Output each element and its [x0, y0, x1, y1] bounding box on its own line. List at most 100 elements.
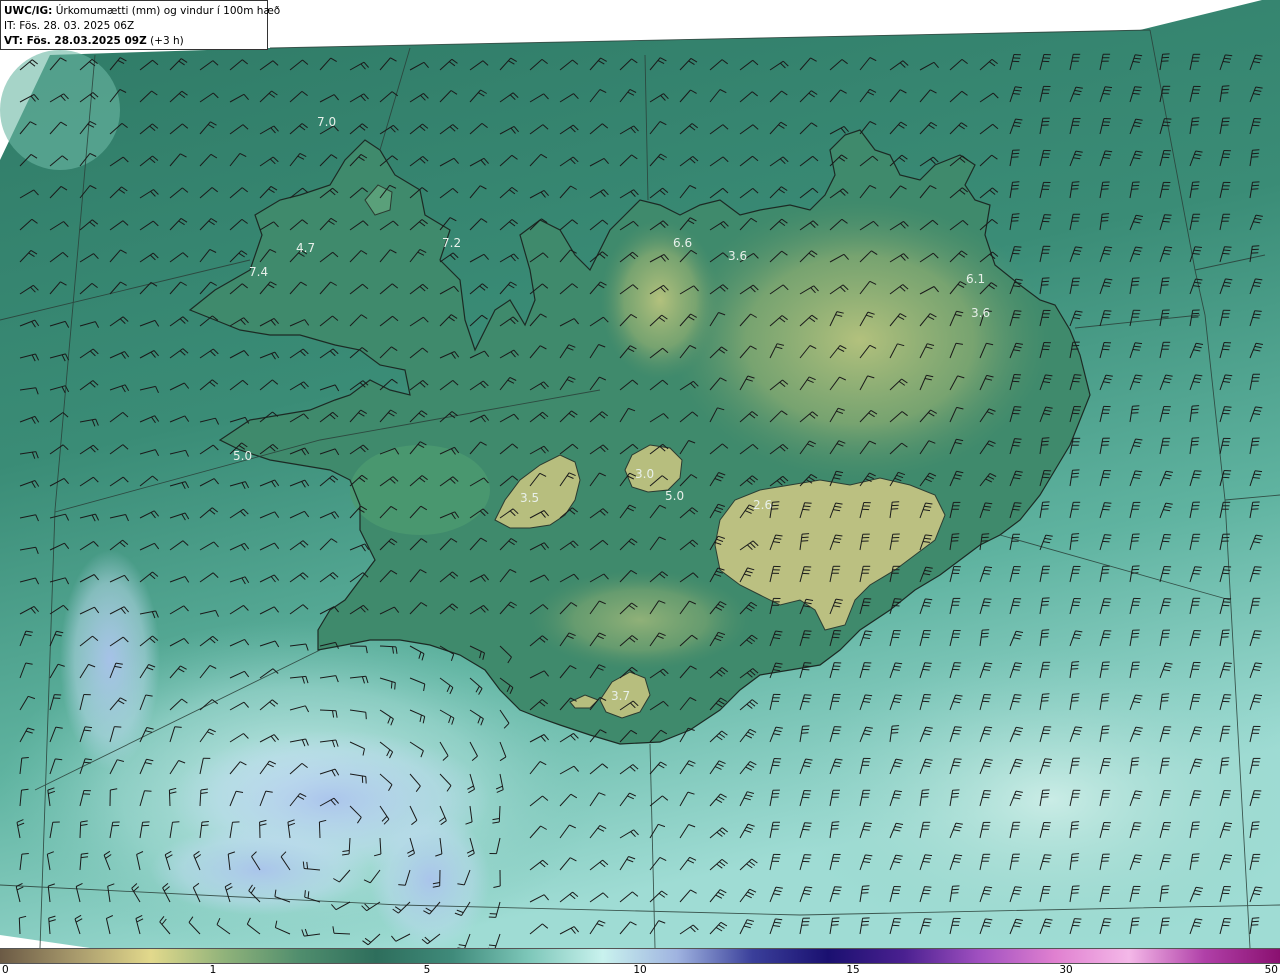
wind-barb-feather: [1192, 253, 1200, 255]
wind-barb-feather: [1162, 693, 1170, 695]
wind-barb-feather: [802, 668, 810, 671]
wind-barb-feather: [1012, 412, 1020, 415]
wind-barb-feather: [922, 892, 930, 895]
wind-barb-feather: [1192, 573, 1200, 575]
wind-barb-feather: [1102, 316, 1110, 319]
wind-barb-feather: [1014, 246, 1022, 248]
wind-barb-feather: [893, 601, 901, 604]
wind-barb-feather: [1252, 636, 1260, 639]
wind-barb-feather: [1013, 249, 1021, 251]
wind-barb-feather: [1102, 540, 1110, 543]
wind-barb-feather: [1074, 918, 1082, 920]
wind-barb-feather: [892, 725, 900, 727]
wind-barb-feather: [1014, 502, 1022, 504]
wind-barb-feather: [1013, 505, 1021, 508]
wind-barb-feather: [1042, 629, 1050, 631]
wind-barb-feather: [894, 598, 902, 600]
wind-barb-feather: [802, 828, 810, 831]
wind-barb-feather: [201, 821, 209, 823]
wind-barb-feather: [1222, 669, 1230, 671]
wind-barb-feather: [922, 668, 930, 671]
wind-barb-feather: [1134, 86, 1142, 88]
wind-barb-feather: [803, 665, 811, 667]
wind-barb-feather: [1104, 310, 1112, 312]
wind-barb-feather: [1074, 374, 1082, 376]
wind-barb: [79, 821, 82, 839]
wind-barb-feather: [307, 891, 310, 899]
wind-barb-feather: [1071, 824, 1079, 827]
wind-barb-feather: [1164, 214, 1172, 216]
wind-barb-feather: [1102, 508, 1110, 511]
forecast-lead: (+3 h): [146, 35, 184, 47]
wind-barb-feather: [1222, 252, 1230, 255]
wind-barb-feather: [954, 758, 962, 760]
forecast-map[interactable]: 7.0 4.7 7.2 7.4 6.6 3.6 6.1 3.6 5.0 3.0 …: [0, 0, 1280, 948]
map-label: 6.1: [966, 272, 985, 286]
product-description: Úrkomumætti (mm) og vindur í 100m hæð: [52, 5, 281, 17]
valid-time-line: VT: Fös. 28.03.2025 09Z (+3 h): [4, 34, 264, 49]
wind-barb-feather: [1072, 853, 1080, 855]
wind-barb-feather: [1194, 246, 1202, 248]
wind-barb-feather: [1252, 316, 1260, 319]
wind-barb-feather: [1163, 857, 1171, 859]
wind-barb-feather: [1193, 569, 1201, 572]
product-line: UWC/IG: Úrkomumætti (mm) og vindur í 100…: [4, 4, 280, 19]
wind-barb-feather: [1223, 409, 1231, 412]
wind-barb-feather: [201, 824, 209, 827]
wind-barb-feather: [982, 533, 990, 535]
wind-barb-feather: [1013, 441, 1021, 444]
wind-barb-feather: [1073, 921, 1081, 923]
wind-barb-feather: [982, 796, 990, 799]
wind-barb-feather: [802, 508, 810, 511]
wind-barb-feather: [804, 822, 812, 824]
wind-barb-feather: [1071, 856, 1079, 859]
map-label: 4.7: [296, 241, 315, 255]
wind-barb-feather: [1073, 377, 1081, 379]
wind-barb-feather: [1014, 886, 1022, 888]
wind-barb-feather: [1042, 860, 1050, 863]
wind-barb-feather: [1193, 473, 1201, 476]
wind-barb-feather: [1132, 757, 1140, 759]
wind-barb-feather: [1071, 536, 1079, 539]
wind-barb-feather: [304, 890, 306, 898]
wind-barb-feather: [1162, 732, 1170, 735]
wind-barb-feather: [802, 700, 810, 703]
wind-barb-feather: [1072, 661, 1080, 663]
wind-barb-feather: [1013, 697, 1021, 700]
wind-barb-feather: [924, 918, 932, 920]
wind-barb-feather: [1071, 540, 1079, 542]
wind-barb-feather: [1102, 213, 1110, 215]
wind-barb-feather: [1253, 633, 1261, 636]
wind-barb-feather: [1222, 757, 1230, 759]
precip-area-blue-1: [60, 550, 160, 770]
wind-barb-feather: [802, 533, 810, 535]
wind-barb-feather: [1014, 310, 1022, 312]
wind-barb: [18, 917, 21, 935]
wind-barb-feather: [892, 604, 900, 607]
wind-barb-feather: [1194, 470, 1202, 472]
wind-barb-feather: [1193, 793, 1201, 795]
wind-barb-feather: [1013, 313, 1021, 316]
wind-barb-feather: [1223, 665, 1231, 668]
wind-barb-feather: [1012, 508, 1020, 511]
wind-barb-feather: [1224, 566, 1232, 568]
wind-barb-feather: [803, 697, 811, 700]
wind-barb-feather: [1071, 860, 1079, 862]
wind-barb-feather: [1192, 796, 1200, 799]
colorbar-tick: 10: [633, 964, 647, 976]
wind-barb-feather: [1252, 572, 1260, 575]
wind-barb-feather: [1194, 790, 1202, 792]
wind-barb-feather: [1132, 92, 1140, 95]
precip-area-nw: [0, 50, 120, 170]
wind-barb: [168, 789, 171, 807]
wind-barb-feather: [1134, 822, 1142, 824]
wind-barb-feather: [984, 790, 992, 792]
wind-barb-feather: [832, 892, 840, 895]
wind-barb-feather: [804, 502, 812, 504]
wind-barb-feather: [398, 884, 406, 886]
wind-barb-feather: [1042, 765, 1050, 767]
wind-barb-feather: [1191, 412, 1199, 414]
wind-barb-feather: [801, 536, 809, 539]
wind-barb-feather: [1071, 828, 1079, 830]
map-label: 6.6: [673, 236, 692, 250]
